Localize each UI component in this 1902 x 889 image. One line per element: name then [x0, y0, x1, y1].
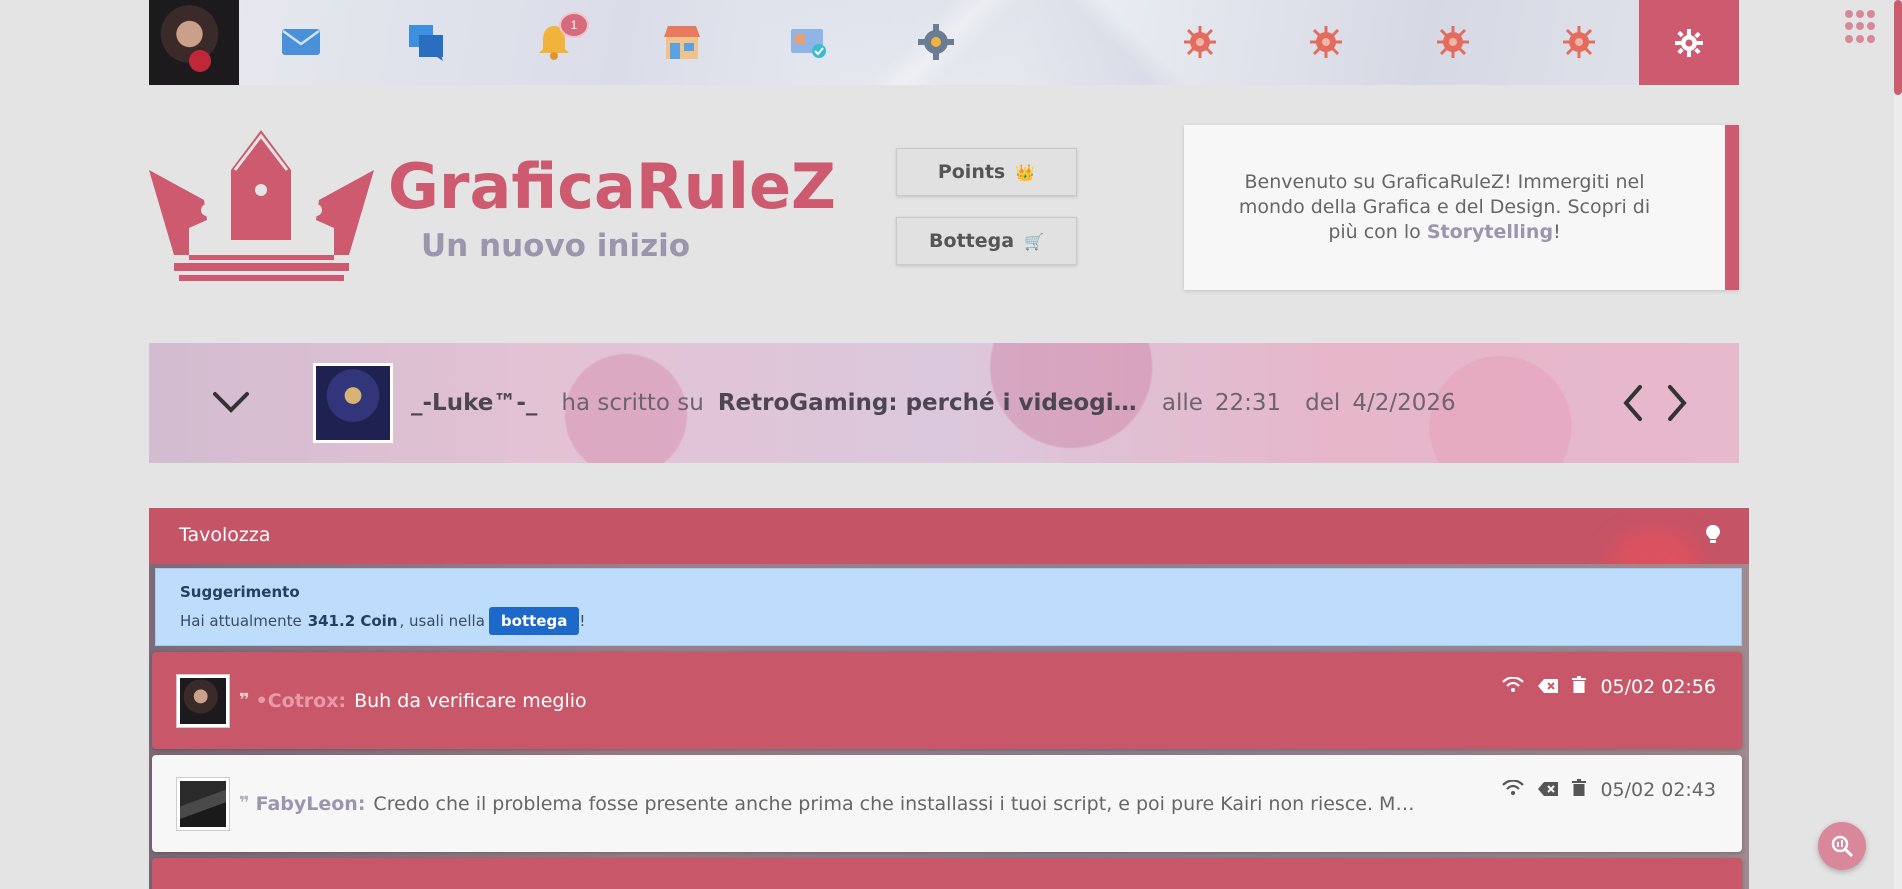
coin-balance: 341.2 Coin [307, 612, 398, 630]
welcome-text-end: ! [1553, 221, 1561, 243]
quote-icon[interactable]: ❞ [239, 793, 250, 814]
virus-icon[interactable] [1558, 22, 1600, 62]
post-thread-link[interactable]: RetroGaming: perché i videogiochi di una… [718, 390, 1138, 416]
gear-icon[interactable] [1639, 0, 1739, 85]
trash-icon[interactable] [1572, 779, 1587, 801]
chat-message: ❞ FabyLeon: Credo che il problema fosse … [152, 755, 1742, 852]
page-scrollbar[interactable] [1894, 0, 1902, 889]
id-card-icon[interactable] [788, 22, 830, 62]
quote-icon[interactable]: ❞ [239, 690, 250, 711]
search-chat-icon[interactable] [1818, 822, 1866, 870]
user-avatar[interactable] [149, 0, 239, 85]
apps-grid-icon[interactable] [1845, 10, 1879, 44]
lightbulb-icon[interactable] [1705, 524, 1721, 550]
suggestion-title: Suggerimento [180, 583, 300, 601]
suggestion-pre: Hai attualmente [180, 612, 302, 630]
site-subtitle: Un nuovo inizio [421, 228, 691, 264]
site-title[interactable]: GraficaRuleZ [388, 150, 836, 223]
wrote-on-label: ha scritto su [561, 390, 704, 416]
wifi-icon[interactable] [1502, 779, 1525, 801]
trash-icon[interactable] [1572, 676, 1587, 698]
storytelling-link[interactable]: Storytelling [1427, 221, 1553, 243]
bottega-button[interactable]: Bottega 🛒 [896, 217, 1077, 265]
message-author[interactable]: FabyLeon: [256, 793, 366, 815]
virus-icon[interactable] [1179, 22, 1221, 62]
bottega-label: Bottega [929, 230, 1015, 252]
chevron-left-icon[interactable] [1611, 381, 1655, 425]
crown-icon: 👑 [1015, 162, 1036, 182]
message-timestamp: 05/02 02:56 [1600, 676, 1716, 698]
cart-icon: 🛒 [1024, 231, 1044, 251]
virus-icon[interactable] [1305, 22, 1347, 62]
last-post-ticker: _-Luke™-_ ha scritto su RetroGaming: per… [149, 343, 1739, 463]
message-text: Credo che il problema fosse presente anc… [373, 792, 1424, 815]
top-navbar: 1 [149, 0, 1739, 85]
notification-badge: 1 [559, 12, 589, 38]
chat-icon[interactable] [406, 22, 448, 62]
settings-gear-icon[interactable] [915, 22, 957, 62]
post-time: 22:31 [1214, 390, 1282, 416]
avatar-apple [189, 50, 211, 72]
welcome-text: Benvenuto su GraficaRuleZ! Immergiti nel… [1224, 170, 1665, 245]
virus-icon[interactable] [1432, 22, 1474, 62]
suggestion-box: Suggerimento Hai attualmente 341.2 Coin … [155, 568, 1742, 646]
shop-icon[interactable] [661, 22, 703, 62]
crown-pencil-logo-icon[interactable] [149, 130, 374, 285]
chat-message [152, 858, 1742, 889]
post-author[interactable]: _-Luke™-_ [411, 390, 537, 416]
suggestion-mid: , usali nella [399, 612, 485, 630]
message-avatar[interactable] [177, 674, 229, 727]
bottega-link-button[interactable]: bottega [488, 607, 580, 635]
message-timestamp: 05/02 02:43 [1600, 779, 1716, 801]
chat-message: ❞ •Cotrox: Buh da verificare meglio 05/0… [152, 652, 1742, 749]
message-author[interactable]: •Cotrox: [256, 690, 347, 712]
message-text: Buh da verificare meglio [354, 689, 587, 712]
tavolozza-title: Tavolozza [179, 524, 271, 546]
tavolozza-header: Tavolozza [149, 508, 1749, 564]
bell-icon[interactable]: 1 [533, 12, 589, 62]
points-label: Points [937, 161, 1006, 183]
wifi-icon[interactable] [1502, 676, 1525, 698]
chevron-down-icon[interactable] [209, 381, 253, 425]
post-author-avatar[interactable] [313, 363, 393, 443]
scrollbar-thumb[interactable] [1894, 0, 1902, 95]
points-button[interactable]: Points 👑 [896, 148, 1077, 196]
date-label: del [1305, 390, 1341, 416]
message-avatar[interactable] [177, 777, 229, 830]
chevron-right-icon[interactable] [1655, 381, 1699, 425]
erase-icon[interactable] [1538, 779, 1559, 801]
erase-icon[interactable] [1538, 676, 1559, 698]
time-label: alle [1161, 390, 1203, 416]
post-date: 4/2/2026 [1352, 390, 1456, 416]
welcome-box: Benvenuto su GraficaRuleZ! Immergiti nel… [1184, 125, 1739, 290]
suggestion-post: ! [579, 612, 586, 630]
mail-icon[interactable] [280, 22, 322, 62]
